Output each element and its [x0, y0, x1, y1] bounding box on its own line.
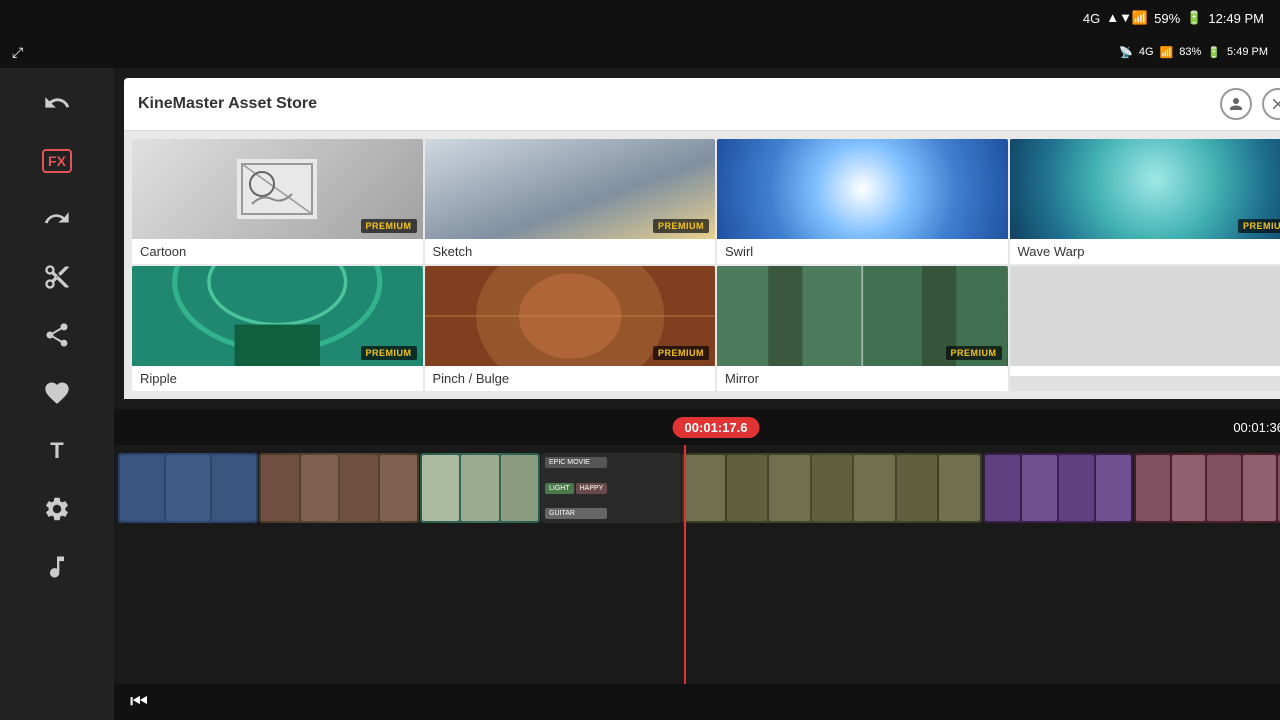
outer-status-info: 4G ▲▼📶 59% 🔋 12:49 PM [1083, 10, 1264, 26]
ripple-premium-badge: PREMIUM [361, 346, 417, 360]
ripple-label: Ripple [132, 366, 423, 391]
sketch-label: Sketch [425, 239, 716, 264]
timeline-clip-labels[interactable]: EPIC MOVIE LIGHT HAPPY GUITAR [541, 453, 681, 523]
asset-item-pinch[interactable]: PREMIUM Pinch / Bulge [425, 266, 716, 391]
header-actions [1220, 88, 1280, 120]
inner-battery-icon: 🔋 [1207, 46, 1221, 59]
battery-level: 59% [1154, 11, 1180, 26]
sketch-premium-badge: PREMIUM [653, 219, 709, 233]
mirror-label: Mirror [717, 366, 1008, 391]
pinch-premium-badge: PREMIUM [653, 346, 709, 360]
asset-item-mirror[interactable]: PREMIUM Mirror [717, 266, 1008, 391]
timeline-track[interactable]: EPIC MOVIE LIGHT HAPPY GUITAR [114, 445, 1280, 684]
end-timecode: 00:01:36.00 [1233, 420, 1280, 435]
timeline-header: 00:01:17.6 00:01:36.00 [114, 409, 1280, 445]
asset-item-ripple[interactable]: PREMIUM Ripple [132, 266, 423, 391]
pinch-label: Pinch / Bulge [425, 366, 716, 391]
redo-button[interactable] [30, 192, 84, 246]
expand-icon[interactable]: ⤢ [12, 44, 23, 61]
device-frame: ⤢ 📡 4G 📶 83% 🔋 5:49 PM FX [0, 36, 1280, 720]
undo-button[interactable] [30, 76, 84, 130]
center-content: KineMaster Asset Store [114, 68, 1280, 720]
text-button[interactable]: T [30, 424, 84, 478]
wavewarp-premium-badge: PREMIUM [1238, 219, 1280, 233]
asset-store-modal: KineMaster Asset Store [124, 78, 1280, 399]
cartoon-premium-badge: PREMIUM [361, 219, 417, 233]
favorite-button[interactable] [30, 366, 84, 420]
cartoon-label: Cartoon [132, 239, 423, 264]
timeline-clip-3[interactable] [420, 453, 540, 523]
inner-time: 5:49 PM [1227, 46, 1268, 58]
inner-4g: 4G [1139, 46, 1154, 58]
left-sidebar: FX T [0, 68, 114, 720]
inner-battery: 83% [1179, 46, 1201, 58]
asset-store-title: KineMaster Asset Store [138, 95, 317, 113]
clock: 12:49 PM [1208, 11, 1264, 26]
effects-button[interactable]: FX [30, 134, 84, 188]
inner-signal: 📶 [1160, 46, 1174, 59]
timeline-clip-5[interactable] [682, 453, 982, 523]
asset-item-swirl[interactable]: Swirl [717, 139, 1008, 264]
asset-item-wavewarp[interactable]: PREMIUM Wave Warp [1010, 139, 1280, 264]
timeline-clips: EPIC MOVIE LIGHT HAPPY GUITAR [114, 453, 1280, 533]
timeline-clip-2[interactable] [259, 453, 419, 523]
inner-status-bar: ⤢ 📡 4G 📶 83% 🔋 5:49 PM [0, 36, 1280, 68]
timeline-clip-7[interactable] [1134, 453, 1280, 523]
timeline-clip-1[interactable] [118, 453, 258, 523]
settings-button[interactable] [30, 482, 84, 536]
swirl-label: Swirl [717, 239, 1008, 264]
timeline-bottom: ⏮ ⇅ [114, 684, 1280, 720]
inner-status-info: 📡 4G 📶 83% 🔋 5:49 PM [1119, 46, 1268, 59]
close-button[interactable] [1262, 88, 1280, 120]
music-button[interactable] [30, 540, 84, 594]
share-button[interactable] [30, 308, 84, 362]
current-timecode: 00:01:17.6 [673, 417, 760, 438]
wavewarp-label: Wave Warp [1010, 239, 1280, 264]
outer-status-bar: 4G ▲▼📶 59% 🔋 12:49 PM [0, 0, 1280, 36]
asset-item-cartoon[interactable]: PREMIUM Cartoon [132, 139, 423, 264]
timeline-area: 00:01:17.6 00:01:36.00 [114, 409, 1280, 720]
asset-store-header: KineMaster Asset Store [124, 78, 1280, 131]
asset-item-sketch[interactable]: PREMIUM Sketch [425, 139, 716, 264]
inner-network: 📡 [1119, 46, 1133, 59]
battery-icon: 🔋 [1186, 10, 1202, 26]
asset-grid: PREMIUM Cartoon PREMIUM Sketch [124, 131, 1280, 399]
network-icon: 4G [1083, 11, 1100, 26]
signal-bars: ▲▼📶 [1106, 10, 1148, 26]
timeline-clip-6[interactable] [983, 453, 1133, 523]
rewind-button[interactable]: ⏮ [130, 691, 148, 714]
asset-item-empty [1010, 266, 1280, 391]
mirror-premium-badge: PREMIUM [946, 346, 1002, 360]
trim-button[interactable] [30, 250, 84, 304]
profile-button[interactable] [1220, 88, 1252, 120]
empty-label [1010, 366, 1280, 376]
playhead [684, 445, 686, 684]
main-area: FX T [0, 68, 1280, 720]
swirl-thumbnail [717, 139, 1008, 239]
